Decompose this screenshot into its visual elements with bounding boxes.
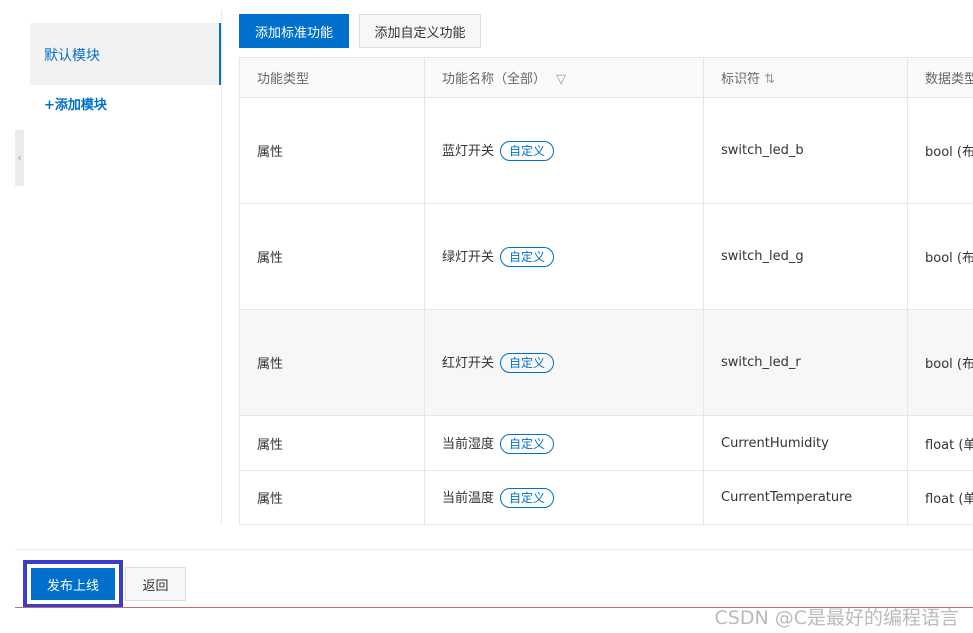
cell-data-type: float (单 — [907, 470, 973, 525]
custom-tag: 自定义 — [500, 353, 555, 373]
table-row: 属性 当前温度 自定义 CurrentTemperature float (单 — [239, 470, 973, 525]
function-name: 绿灯开关 — [442, 250, 495, 265]
cell-identifier: CurrentTemperature — [703, 470, 908, 525]
cell-function-name: 当前温度 自定义 — [424, 470, 704, 525]
collapse-sidebar-handle[interactable]: ‹ — [15, 130, 24, 186]
add-custom-function-button[interactable]: 添加自定义功能 — [359, 14, 481, 48]
cell-function-name: 蓝灯开关 自定义 — [424, 97, 704, 204]
chevron-left-icon: ‹ — [17, 152, 22, 164]
header-function-type: 功能类型 — [239, 57, 425, 98]
cell-data-type: bool (布 — [907, 309, 973, 416]
add-standard-function-button[interactable]: 添加标准功能 — [239, 14, 349, 48]
custom-tag: 自定义 — [500, 141, 555, 161]
table-row: 属性 蓝灯开关 自定义 switch_led_b bool (布 — [239, 97, 973, 204]
cell-identifier: switch_led_b — [703, 97, 908, 204]
table-row: 属性 绿灯开关 自定义 switch_led_g bool (布 — [239, 203, 973, 310]
publish-highlight-box: 发布上线 — [23, 560, 123, 608]
cell-identifier: switch_led_r — [703, 309, 908, 416]
custom-tag: 自定义 — [500, 247, 555, 267]
table-row: 属性 红灯开关 自定义 switch_led_r bool (布 — [239, 309, 973, 416]
function-name: 蓝灯开关 — [442, 144, 495, 159]
header-identifier-label: 标识符 — [721, 72, 761, 87]
publish-button[interactable]: 发布上线 — [31, 568, 115, 600]
header-data-type: 数据类型 — [907, 57, 973, 98]
function-name: 红灯开关 — [442, 356, 495, 371]
cell-function-type: 属性 — [239, 97, 425, 204]
cell-data-type: bool (布 — [907, 97, 973, 204]
filter-icon[interactable]: ▽ — [556, 72, 566, 87]
header-function-name-label: 功能名称（全部） — [442, 72, 547, 87]
cell-function-name: 绿灯开关 自定义 — [424, 203, 704, 310]
header-identifier: 标识符 ⇅ — [703, 57, 908, 98]
cell-function-name: 红灯开关 自定义 — [424, 309, 704, 416]
cell-data-type: float (单 — [907, 415, 973, 471]
watermark: CSDN @C是最好的编程语言 — [714, 607, 959, 629]
cell-function-type: 属性 — [239, 203, 425, 310]
back-button[interactable]: 返回 — [125, 567, 186, 601]
custom-tag: 自定义 — [500, 488, 555, 508]
table-row: 属性 当前湿度 自定义 CurrentHumidity float (单 — [239, 415, 973, 471]
custom-tag: 自定义 — [500, 433, 555, 454]
cell-data-type: bool (布 — [907, 203, 973, 310]
footer-divider — [15, 549, 973, 550]
function-table: 功能类型 功能名称（全部） ▽ 标识符 ⇅ 数据类型 属性 蓝灯开关 自定义 sw… — [239, 57, 973, 525]
cell-identifier: switch_led_g — [703, 203, 908, 310]
cell-function-type: 属性 — [239, 470, 425, 525]
table-header: 功能类型 功能名称（全部） ▽ 标识符 ⇅ 数据类型 — [239, 57, 973, 98]
cell-function-name: 当前湿度 自定义 — [424, 415, 704, 471]
sort-icon[interactable]: ⇅ — [764, 72, 775, 87]
module-sidebar — [30, 10, 222, 524]
cell-identifier: CurrentHumidity — [703, 415, 908, 471]
cell-function-type: 属性 — [239, 309, 425, 416]
header-function-name: 功能名称（全部） ▽ — [424, 57, 704, 98]
cell-function-type: 属性 — [239, 415, 425, 471]
function-name: 当前温度 — [442, 491, 495, 506]
add-module-link[interactable]: +添加模块 — [44, 94, 107, 113]
module-item-default[interactable]: 默认模块 — [30, 23, 221, 85]
function-name: 当前湿度 — [442, 436, 495, 452]
